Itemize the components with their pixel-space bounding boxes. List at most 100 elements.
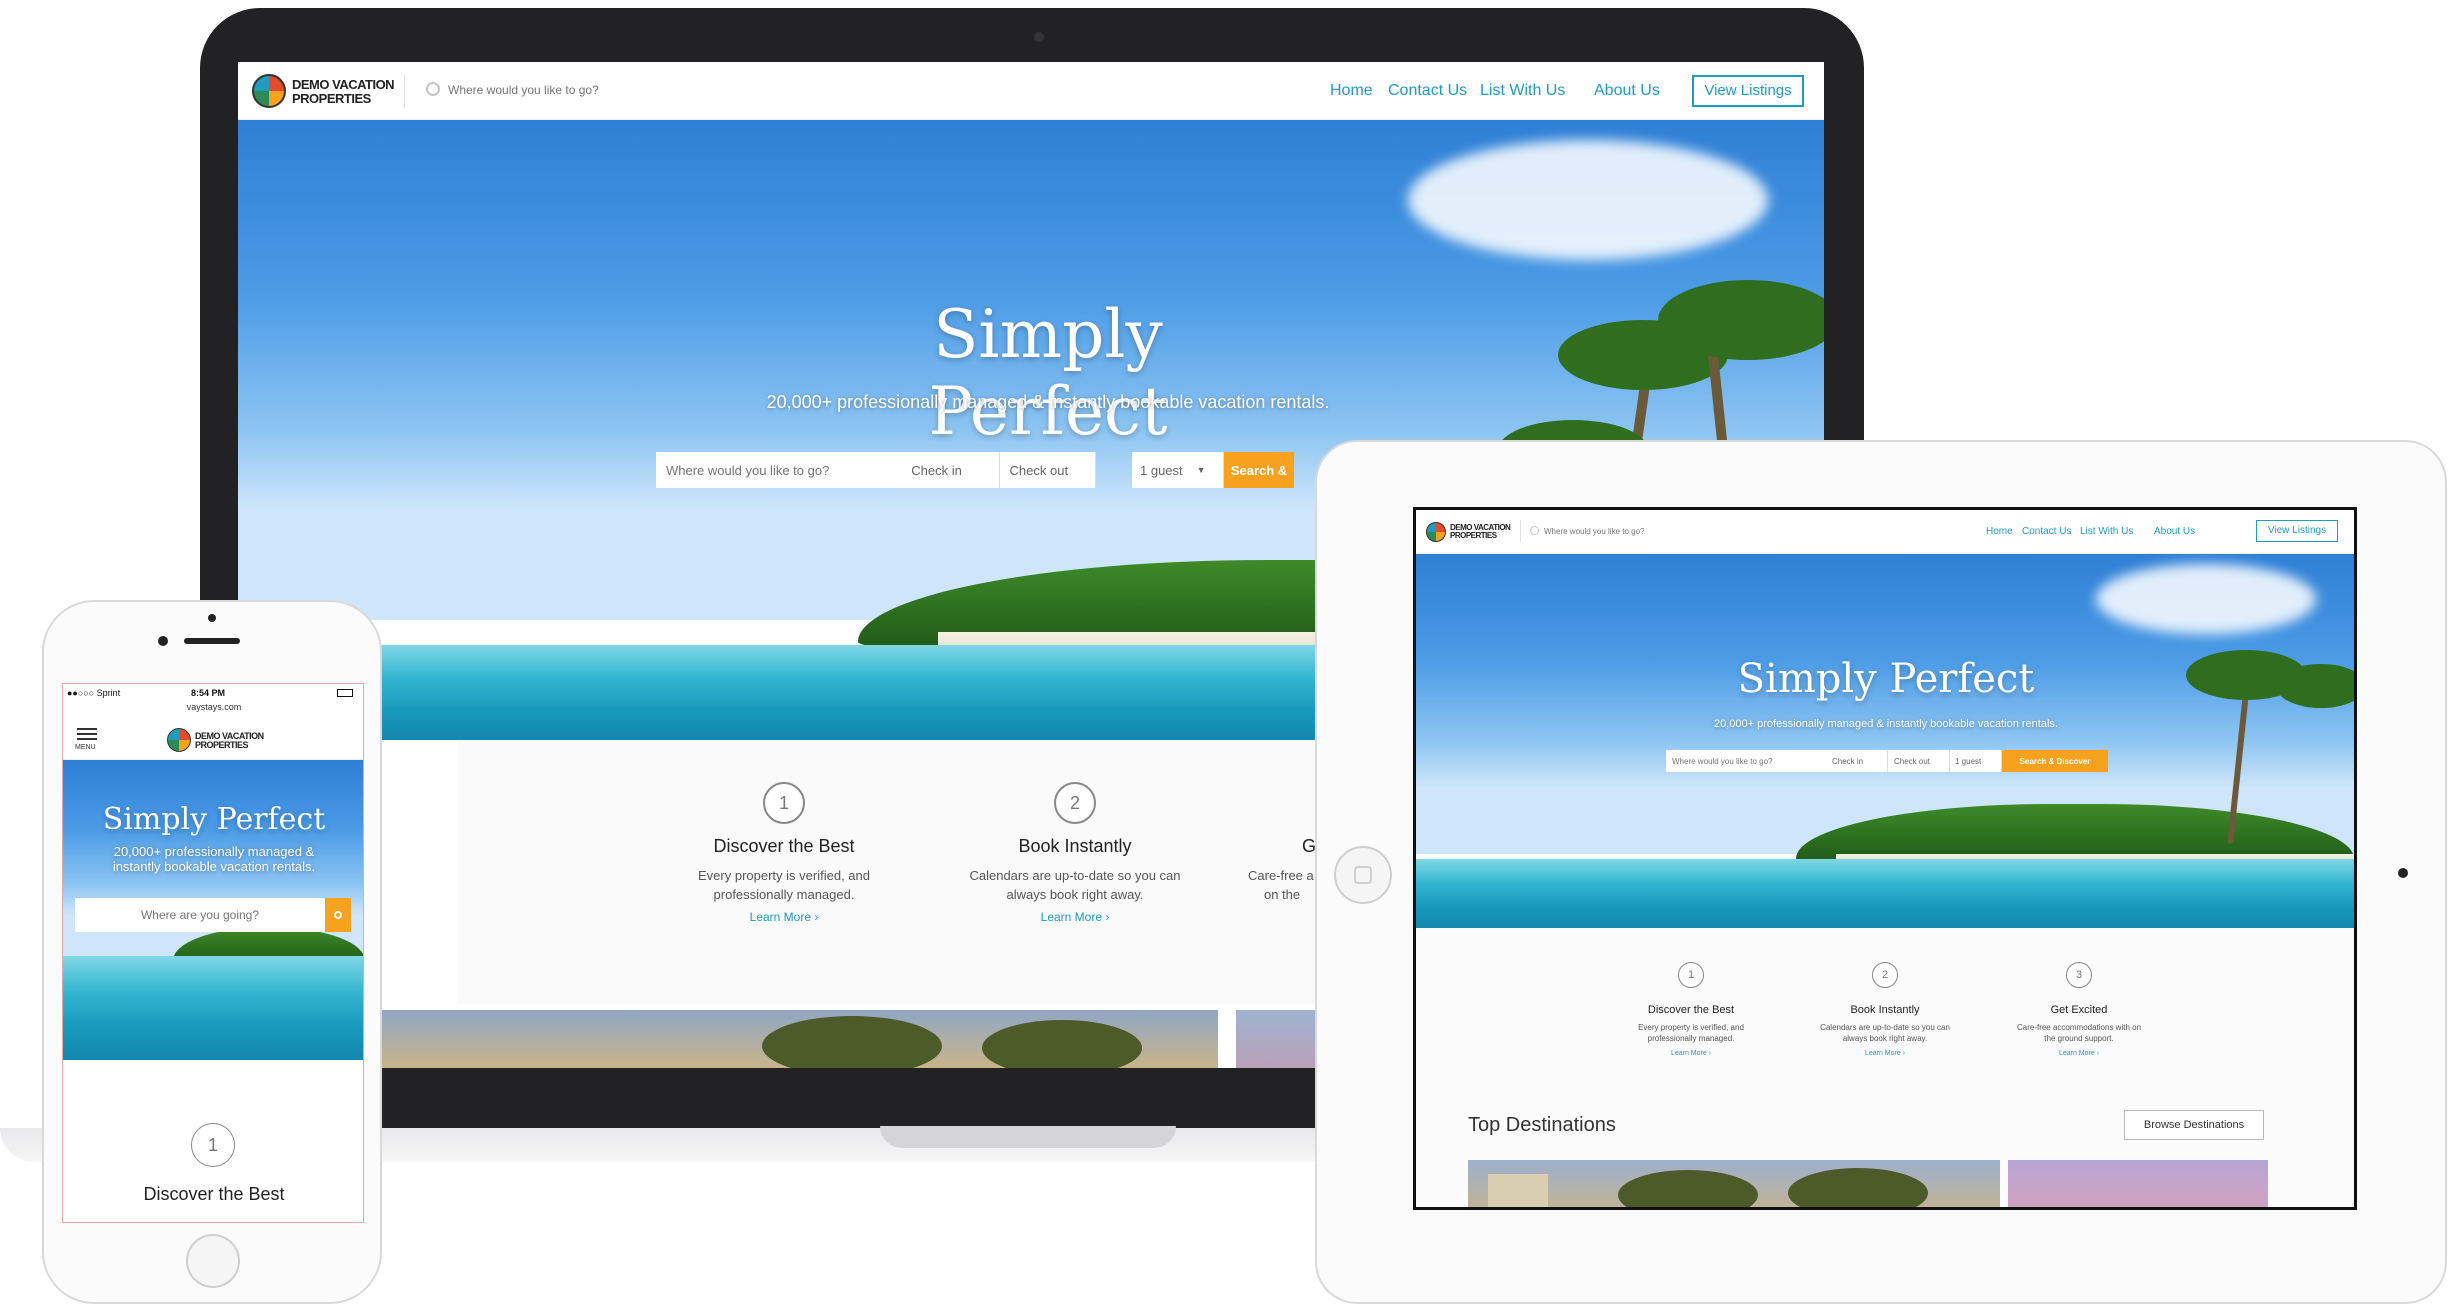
step-1-circle: 1: [763, 782, 805, 824]
hero-search-bar: Check in Check out: [656, 452, 1096, 488]
hero-guests-select[interactable]: 1 guest ▼: [1132, 452, 1224, 488]
step-1-learn-more-link[interactable]: Learn More ›: [724, 910, 844, 924]
hero-checkout-field[interactable]: Check out: [1888, 750, 1950, 772]
guests-label: 1 guest: [1140, 462, 1183, 478]
hamburger-menu-middle: [77, 733, 97, 735]
nav-link-about[interactable]: About Us: [2154, 526, 2195, 537]
nav-link-home[interactable]: Home: [1330, 82, 1373, 100]
menu-label[interactable]: MENU: [75, 744, 96, 751]
destination-image-2[interactable]: [1236, 1010, 1316, 1068]
hero-sea: [63, 956, 363, 1060]
phone-camera: [158, 636, 168, 646]
tablet-hero: Simply Perfect 20,000+ professionally ma…: [1416, 554, 2354, 928]
view-listings-button[interactable]: View Listings: [1692, 75, 1804, 107]
hero-cloud: [2096, 564, 2316, 634]
nav-link-contact[interactable]: Contact Us: [1388, 82, 1467, 100]
hero-title: Simply Perfect: [1737, 656, 2035, 702]
step-2-learn-more-link[interactable]: Learn More ›: [1015, 910, 1135, 924]
hero-search-button[interactable]: Search & Discover: [2002, 750, 2108, 772]
hero-title: Simply Perfect: [928, 296, 1168, 450]
hero-guests-select[interactable]: 1 guest: [1950, 750, 2002, 772]
step-1-title: Discover the Best: [713, 836, 855, 856]
building-shape: [1488, 1174, 1548, 1207]
step-1-desc: Every property is verified, and professi…: [698, 868, 870, 902]
nav-search-input[interactable]: [446, 79, 746, 101]
phone-speaker: [184, 638, 240, 644]
hero-checkout-field[interactable]: Check out: [999, 452, 1096, 488]
destination-image-1[interactable]: [382, 1010, 1218, 1068]
phone-home-button[interactable]: [186, 1234, 240, 1288]
step-3-title: Get Excited: [2050, 1004, 2108, 1016]
tablet-camera: [2398, 868, 2408, 878]
laptop-notch: [880, 1126, 1176, 1148]
browse-destinations-button[interactable]: Browse Destinations: [2124, 1110, 2264, 1140]
step-2-circle: 2: [1872, 962, 1898, 988]
phone-search-button[interactable]: [325, 898, 351, 932]
hero-cloud: [1408, 140, 1768, 260]
destination-image-2[interactable]: [2008, 1160, 2268, 1207]
nav-divider: [404, 74, 405, 108]
step-1-circle: 1: [191, 1123, 235, 1167]
hero-title: Simply Perfect: [102, 802, 326, 837]
hero-checkin-field[interactable]: Check in: [1826, 750, 1888, 772]
step-2-learn-more-link[interactable]: Learn More ›: [1845, 1050, 1925, 1057]
nav-link-list-with-us[interactable]: List With Us: [1480, 82, 1565, 100]
phone-front-sensor: [208, 614, 216, 622]
nav-search-input[interactable]: [1542, 524, 1702, 538]
nav-link-home[interactable]: Home: [1986, 526, 2013, 537]
palm-frond: [1618, 1170, 1758, 1207]
phone-status-carrier: ●●○○○ Sprint: [67, 688, 121, 698]
step-2-desc: Calendars are up-to-date so you can alwa…: [1820, 1023, 1950, 1043]
brand-logo-icon[interactable]: [167, 728, 191, 752]
chevron-down-icon: ▼: [1196, 465, 1206, 475]
laptop-camera: [1034, 32, 1044, 42]
nav-link-list-with-us[interactable]: List With Us: [2080, 526, 2133, 537]
step-1-title: Discover the Best: [1647, 1004, 1735, 1016]
step-2-title: Book Instantly: [1018, 836, 1132, 856]
step-1-title: Discover the Best: [143, 1184, 285, 1204]
step-1-desc: Every property is verified, and professi…: [1638, 1023, 1744, 1043]
nav-link-about[interactable]: About Us: [1594, 82, 1660, 100]
hero-subtitle: 20,000+ professionally managed & instant…: [766, 392, 1330, 412]
step-2-desc: Calendars are up-to-date so you can alwa…: [969, 868, 1181, 902]
phone-screen: ●●○○○ Sprint 8:54 PM vaystays.com MENU D…: [62, 683, 364, 1223]
search-icon: [426, 82, 440, 96]
hero-search-button[interactable]: Search &: [1224, 452, 1294, 488]
palm-frond: [762, 1016, 942, 1068]
step-2-circle: 2: [1054, 782, 1096, 824]
brand-logo-icon[interactable]: [1426, 522, 1446, 542]
hero-subtitle: 20,000+ professionally managed & instant…: [1714, 718, 2058, 730]
hero-subtitle: 20,000+ professionally managed & instant…: [112, 844, 316, 874]
phone-hero: Simply Perfect 20,000+ professionally ma…: [63, 760, 363, 1060]
step-3-desc-partial: Care-free a on the: [1248, 868, 1314, 902]
hero-search-bar: Check in Check out 1 guest Search & Disc…: [1666, 750, 2108, 772]
search-icon: [334, 911, 342, 919]
desktop-navbar: DEMO VACATIONPROPERTIES Home Contact Us …: [238, 62, 1824, 120]
brand-logo-text[interactable]: DEMO VACATION PROPERTIES: [195, 731, 264, 751]
step-3-circle: 3: [2066, 962, 2092, 988]
tablet-navbar: DEMO VACATIONPROPERTIES Home Contact Us …: [1416, 510, 2354, 554]
step-2-title: Book Instantly: [1850, 1004, 1920, 1016]
phone-status-time: 8:54 PM: [191, 688, 226, 698]
brand-logo-icon[interactable]: [252, 74, 286, 108]
nav-divider: [1520, 520, 1521, 542]
nav-link-contact[interactable]: Contact Us: [2022, 526, 2071, 537]
hero-where-input[interactable]: [656, 452, 904, 488]
brand-logo-text[interactable]: DEMO VACATION PROPERTIES: [292, 78, 395, 105]
palm-frond: [982, 1020, 1142, 1068]
hero-checkin-field[interactable]: Check in: [903, 452, 1000, 488]
step-3-desc: Care-free accommodations with on the gro…: [2016, 1023, 2142, 1043]
search-icon: [1530, 526, 1539, 535]
step-1-circle: 1: [1678, 962, 1704, 988]
palm-frond: [1788, 1168, 1928, 1207]
hero-where-input[interactable]: [1666, 750, 1826, 772]
hero-sea: [1416, 859, 2354, 928]
brand-logo-text[interactable]: DEMO VACATION PROPERTIES: [1450, 523, 1511, 541]
destination-image-1[interactable]: [1468, 1160, 2000, 1207]
phone-url-bar[interactable]: vaystays.com: [63, 702, 363, 712]
phone-search-input[interactable]: [75, 898, 325, 932]
view-listings-button[interactable]: View Listings: [2256, 520, 2338, 542]
step-3-learn-more-link[interactable]: Learn More ›: [2039, 1050, 2119, 1057]
step-1-learn-more-link[interactable]: Learn More ›: [1651, 1050, 1731, 1057]
top-destinations-title: Top Destinations: [1468, 1114, 1616, 1136]
